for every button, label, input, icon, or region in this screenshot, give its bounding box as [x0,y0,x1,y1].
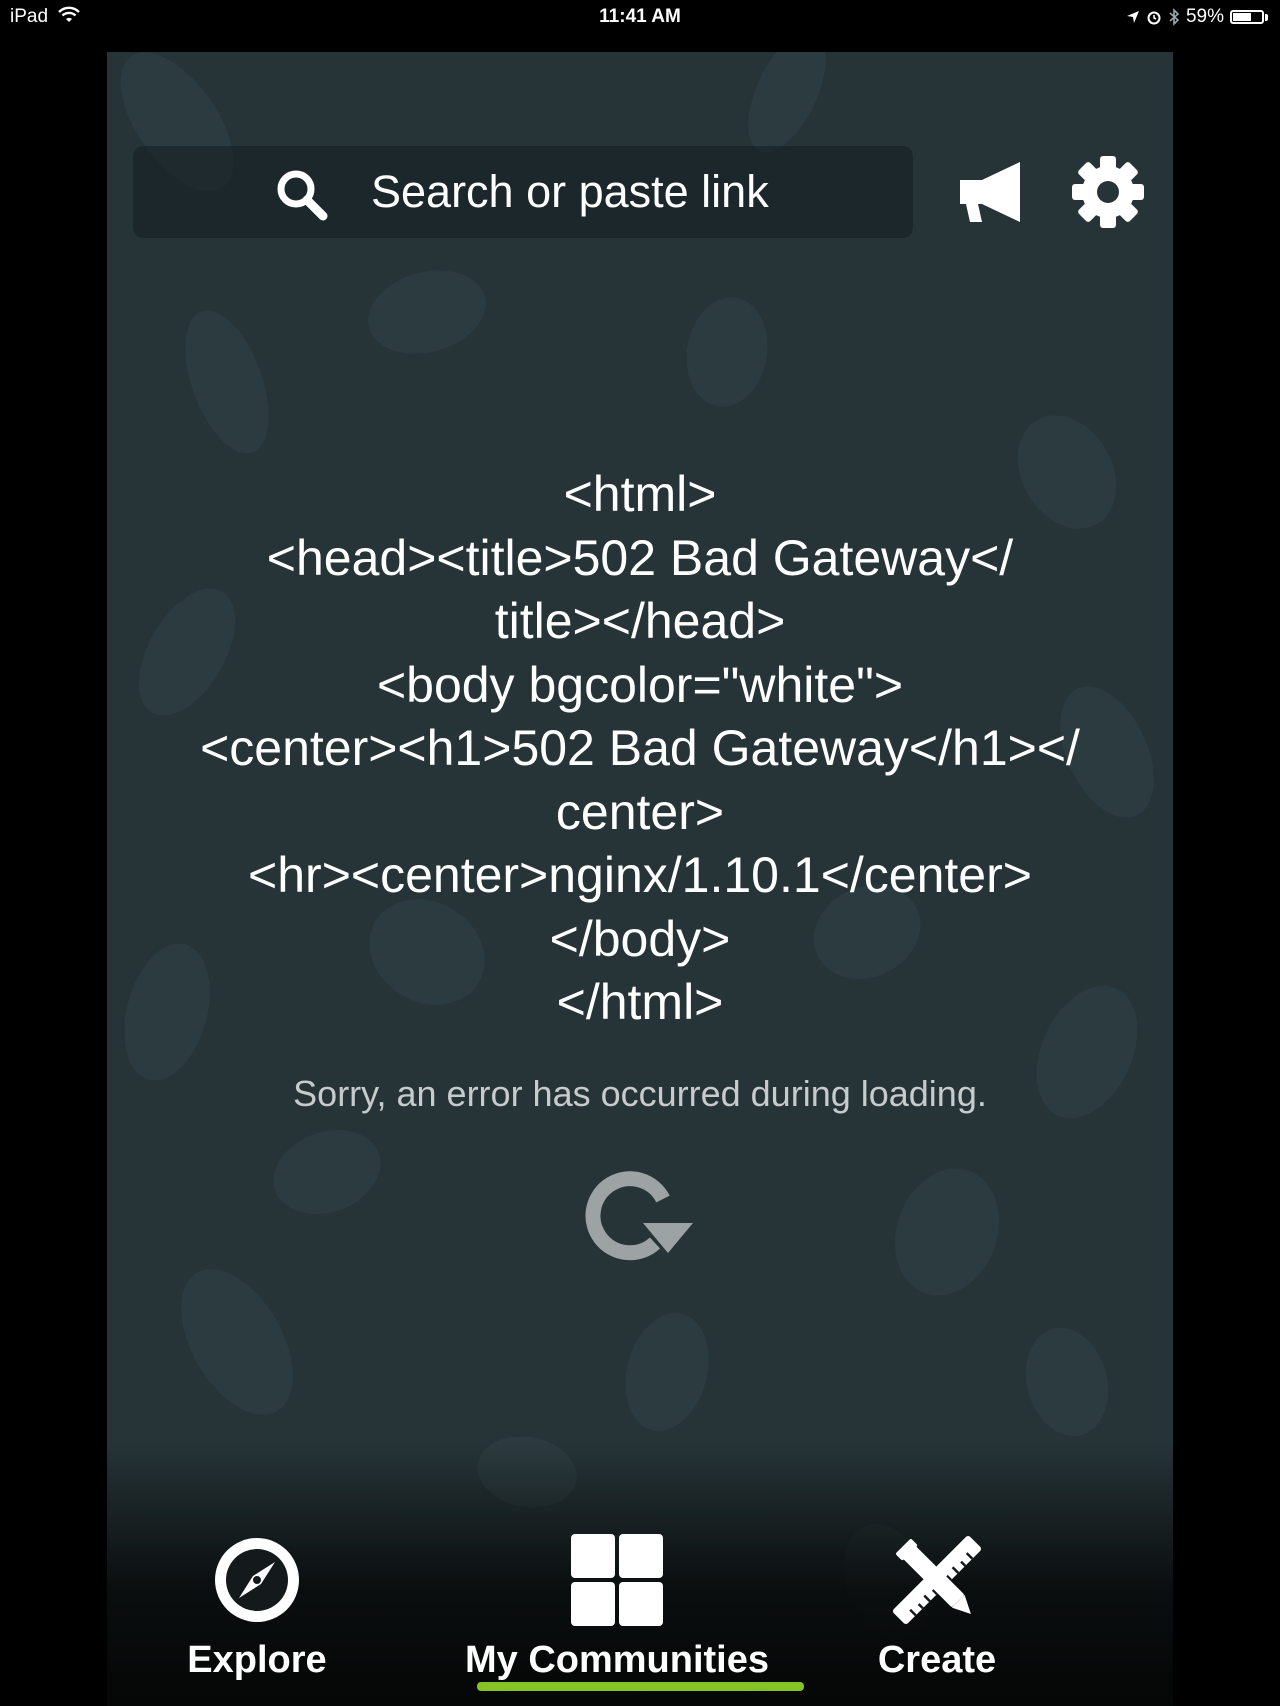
tab-explore-label: Explore [187,1639,327,1681]
search-bar[interactable] [133,146,913,238]
error-line: </html> [556,974,724,1030]
error-line: title></head> [494,593,786,649]
grid-icon [571,1534,663,1626]
tab-my-communities[interactable]: My Communities [447,1532,787,1682]
location-arrow-icon [1126,11,1139,23]
battery-icon [1230,10,1264,24]
gear-icon[interactable] [1070,154,1146,230]
bluetooth-icon [1169,8,1180,26]
battery-percent: 59% [1185,6,1224,27]
selected-tab-indicator [477,1682,804,1691]
reload-icon[interactable] [577,1157,701,1267]
pencil-ruler-icon [892,1535,982,1625]
search-input[interactable] [371,162,891,222]
error-line: </body> [549,910,731,967]
status-right: 59% [1126,6,1268,28]
megaphone-icon[interactable] [956,156,1028,228]
tab-my-communities-label: My Communities [464,1639,770,1681]
error-line: center> [555,783,725,840]
tab-create-label: Create [877,1639,997,1681]
search-icon [277,170,328,221]
error-line: <hr><center>nginx/1.10.1</center> [248,847,1032,903]
alarm-icon [1147,11,1161,25]
status-bar: iPad 11:41 AM 59% [0,0,1280,36]
compass-icon [215,1538,299,1622]
error-line: <center><h1>502 Bad Gateway</h1></ [200,720,1080,776]
tab-bar: Explore My Communities Create [107,1442,1173,1706]
error-message: Sorry, an error has occurred during load… [293,1073,987,1114]
tab-explore[interactable]: Explore [177,1532,337,1682]
error-line: <body bgcolor="white"> [376,656,904,713]
app-screen: <html> <head><title>502 Bad Gateway</ ti… [107,52,1173,1706]
error-line: <html> [563,466,717,522]
error-line: <head><title>502 Bad Gateway</ [266,529,1014,586]
error-html: <html> <head><title>502 Bad Gateway</ ti… [107,463,1173,1035]
clock: 11:41 AM [599,6,681,27]
tab-create[interactable]: Create [842,1532,1032,1682]
